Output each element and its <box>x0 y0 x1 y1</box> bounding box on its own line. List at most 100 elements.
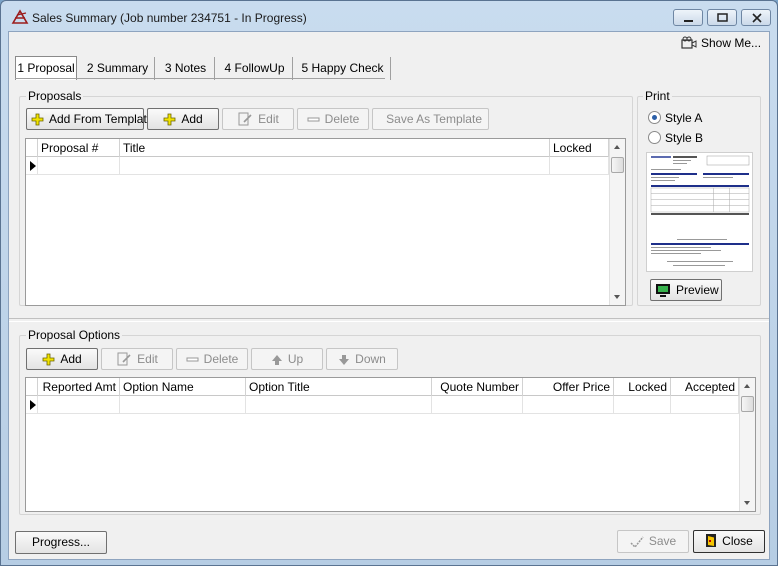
exit-door-icon <box>706 534 717 547</box>
radio-checked-icon <box>648 111 661 124</box>
table-cell[interactable] <box>38 157 120 174</box>
minimize-icon <box>684 20 693 22</box>
minus-icon <box>307 117 320 122</box>
edit-document-icon <box>117 352 131 366</box>
panel-splitter[interactable] <box>9 318 769 322</box>
table-cell[interactable] <box>120 157 550 174</box>
maximize-button[interactable] <box>707 9 737 26</box>
add-proposal-button[interactable]: Add <box>147 108 219 130</box>
edit-option-label: Edit <box>137 352 158 366</box>
monitor-icon <box>656 284 670 297</box>
preview-button[interactable]: Preview <box>650 279 722 301</box>
minus-icon <box>186 357 199 362</box>
column-reported-amt[interactable]: Reported Amt <box>38 378 120 396</box>
add-option-label: Add <box>60 352 82 366</box>
print-group-label: Print <box>643 89 672 103</box>
move-down-button[interactable]: Down <box>326 348 398 370</box>
scroll-down-icon[interactable] <box>614 295 620 299</box>
minimize-button[interactable] <box>673 9 703 26</box>
table-cell[interactable] <box>120 396 246 413</box>
style-a-label: Style A <box>665 111 703 125</box>
column-locked[interactable]: Locked <box>550 139 609 157</box>
add-option-button[interactable]: Add <box>26 348 98 370</box>
progress-label: Progress... <box>31 535 91 549</box>
edit-proposal-button[interactable]: Edit <box>222 108 294 130</box>
close-window-button[interactable] <box>741 9 771 26</box>
scroll-up-icon[interactable] <box>744 384 750 388</box>
window-title: Sales Summary (Job number 234751 - In Pr… <box>32 11 307 25</box>
tab-followup[interactable]: 4 FollowUp <box>217 57 293 80</box>
column-quote-number[interactable]: Quote Number <box>432 378 523 396</box>
table-row[interactable] <box>26 157 609 175</box>
delete-proposal-label: Delete <box>324 112 360 126</box>
scroll-down-icon[interactable] <box>744 501 750 505</box>
row-header-column <box>26 139 38 157</box>
app-logo-icon <box>11 9 29 24</box>
sales-summary-window: Sales Summary (Job number 234751 - In Pr… <box>0 0 778 566</box>
title-bar[interactable]: Sales Summary (Job number 234751 - In Pr… <box>1 1 777 31</box>
proposal-options-table[interactable]: Reported Amt Option Name Option Title Qu… <box>25 377 756 512</box>
proposals-table[interactable]: Proposal # Title Locked <box>25 138 626 306</box>
options-table-header: Reported Amt Option Name Option Title Qu… <box>26 378 739 396</box>
proposals-scrollbar[interactable] <box>609 139 625 305</box>
close-button[interactable]: Close <box>693 530 765 553</box>
tab-happy-check[interactable]: 5 Happy Check <box>295 57 391 80</box>
tab-summary[interactable]: 2 Summary <box>81 57 155 80</box>
options-scrollbar[interactable] <box>739 378 755 511</box>
document-thumbnail-icon <box>650 155 750 266</box>
scroll-thumb[interactable] <box>611 157 624 173</box>
edit-option-button[interactable]: Edit <box>101 348 173 370</box>
table-cell[interactable] <box>671 396 739 413</box>
delete-proposal-button[interactable]: Delete <box>297 108 369 130</box>
row-indicator <box>26 396 38 413</box>
save-button[interactable]: Save <box>617 530 689 553</box>
add-from-template-button[interactable]: Add From Template <box>26 108 154 130</box>
style-b-radio[interactable]: Style B <box>648 131 703 145</box>
arrow-up-icon <box>271 355 282 365</box>
proposals-table-header: Proposal # Title Locked <box>26 139 609 157</box>
tab-notes[interactable]: 3 Notes <box>157 57 215 80</box>
table-row[interactable] <box>26 396 739 414</box>
row-indicator <box>26 157 38 174</box>
table-cell[interactable] <box>550 157 609 174</box>
checkmark-icon <box>630 536 644 549</box>
current-row-arrow-icon <box>30 400 36 410</box>
scroll-up-icon[interactable] <box>614 145 620 149</box>
delete-option-label: Delete <box>203 352 239 366</box>
radio-unchecked-icon <box>648 131 661 144</box>
current-row-arrow-icon <box>30 161 36 171</box>
move-down-label: Down <box>355 352 386 366</box>
save-label: Save <box>648 534 677 548</box>
table-cell[interactable] <box>614 396 671 413</box>
move-up-button[interactable]: Up <box>251 348 323 370</box>
arrow-down-icon <box>339 355 350 365</box>
camera-icon <box>681 36 697 49</box>
column-locked[interactable]: Locked <box>614 378 671 396</box>
plus-icon <box>31 113 44 126</box>
column-title[interactable]: Title <box>120 139 550 157</box>
save-as-template-button[interactable]: Save As Template <box>372 108 489 130</box>
table-cell[interactable] <box>432 396 523 413</box>
show-me-link[interactable]: Show Me... <box>681 36 761 50</box>
proposals-group-label: Proposals <box>26 89 84 103</box>
progress-button[interactable]: Progress... <box>15 531 107 554</box>
print-preview-thumbnail <box>646 152 753 272</box>
table-cell[interactable] <box>523 396 614 413</box>
column-option-title[interactable]: Option Title <box>246 378 432 396</box>
add-proposal-label: Add <box>181 112 203 126</box>
column-option-name[interactable]: Option Name <box>120 378 246 396</box>
column-offer-price[interactable]: Offer Price <box>523 378 614 396</box>
scroll-thumb[interactable] <box>741 396 754 412</box>
row-header-column <box>26 378 38 396</box>
table-cell[interactable] <box>246 396 432 413</box>
table-cell[interactable] <box>38 396 120 413</box>
tab-proposal[interactable]: 1 Proposal <box>15 56 77 80</box>
style-a-radio[interactable]: Style A <box>648 111 702 125</box>
edit-proposal-label: Edit <box>258 112 279 126</box>
column-accepted[interactable]: Accepted <box>671 378 739 396</box>
column-proposal-number[interactable]: Proposal # <box>38 139 120 157</box>
style-b-label: Style B <box>665 131 704 145</box>
delete-option-button[interactable]: Delete <box>176 348 248 370</box>
show-me-label: Show Me... <box>701 36 762 50</box>
add-from-template-label: Add From Template <box>49 112 154 126</box>
